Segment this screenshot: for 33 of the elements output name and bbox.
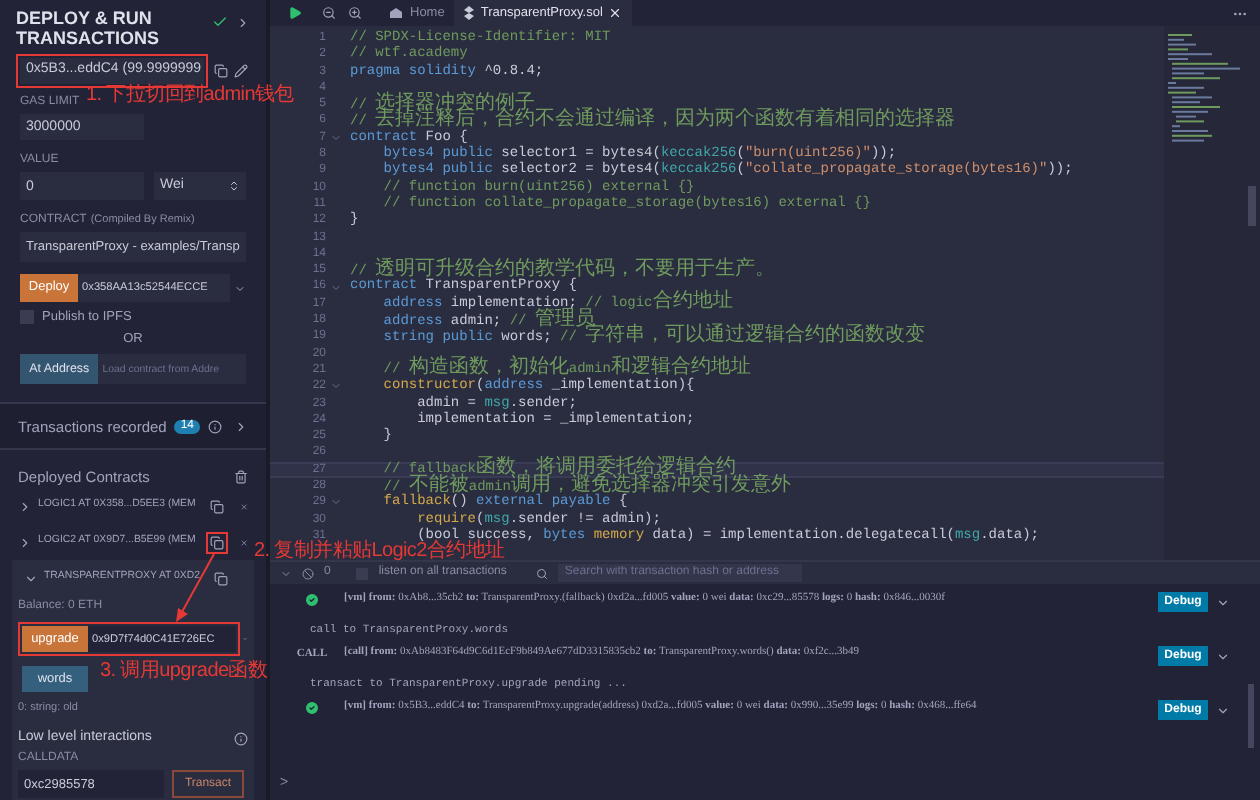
info-icon[interactable] bbox=[208, 419, 223, 434]
chevron-down-icon[interactable] bbox=[24, 571, 38, 586]
checkbox[interactable] bbox=[20, 310, 34, 325]
chevron-right-icon[interactable] bbox=[18, 535, 32, 550]
file-icon bbox=[464, 6, 475, 20]
annotation-text: 2. 复制并粘贴Logic2合约地址 bbox=[254, 542, 505, 560]
pencil-icon[interactable] bbox=[234, 64, 248, 78]
scrollbar-thumb[interactable] bbox=[1248, 684, 1254, 748]
copy-icon[interactable] bbox=[214, 64, 228, 78]
check-icon bbox=[212, 14, 228, 30]
copy-icon[interactable] bbox=[209, 499, 224, 514]
chevron-right-icon[interactable] bbox=[236, 15, 250, 29]
annotation-text: 3. 调用upgrade函数 bbox=[100, 662, 268, 680]
copy-icon[interactable] bbox=[214, 571, 229, 586]
chevron-down-icon[interactable] bbox=[234, 281, 246, 296]
chevron-down-icon[interactable] bbox=[1216, 650, 1230, 664]
play-icon[interactable] bbox=[288, 6, 302, 20]
zoom-out-icon[interactable] bbox=[322, 6, 336, 20]
panel-title: DEPLOY & RUN TRANSACTIONS bbox=[16, 8, 161, 48]
clear-icon[interactable] bbox=[302, 567, 314, 579]
chevron-right-icon[interactable] bbox=[18, 499, 32, 514]
chevron-down-icon[interactable] bbox=[1216, 704, 1230, 718]
close-icon[interactable] bbox=[608, 6, 623, 20]
trash-icon[interactable] bbox=[234, 469, 248, 484]
search-icon bbox=[536, 567, 549, 579]
success-icon bbox=[304, 592, 320, 608]
success-icon bbox=[304, 700, 320, 716]
info-icon[interactable] bbox=[234, 731, 248, 746]
zoom-in-icon[interactable] bbox=[348, 6, 362, 20]
chevron-right-icon[interactable] bbox=[234, 419, 248, 434]
scrollbar-thumb[interactable] bbox=[1248, 186, 1256, 226]
chevron-down-icon[interactable] bbox=[1216, 596, 1230, 610]
logo-icon bbox=[388, 6, 404, 20]
